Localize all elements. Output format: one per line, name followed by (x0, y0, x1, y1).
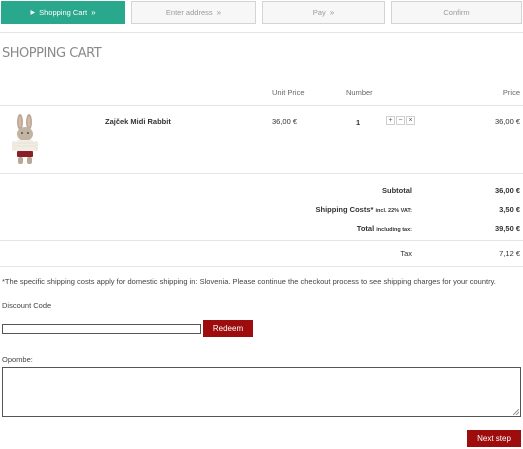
redeem-button[interactable]: Redeem (203, 320, 253, 337)
step-label: Shopping Cart (39, 8, 88, 17)
checkout-steps: ▶ Shopping Cart » Enter address » Pay » … (1, 1, 522, 24)
total-label-text: Total (356, 224, 375, 233)
quantity-value: 1 (356, 118, 361, 127)
divider (0, 266, 523, 267)
discount-code-input[interactable] (2, 324, 201, 334)
rabbit-toy-image[interactable] (8, 114, 42, 166)
total-label: Total including tax: (357, 224, 412, 233)
step-confirm[interactable]: Confirm (391, 1, 522, 24)
shipping-label-text: Shipping Costs* (315, 205, 374, 214)
discount-code-label: Discount Code (2, 301, 52, 310)
page-title: SHOPPING CART (2, 46, 102, 61)
step-label: Pay (312, 8, 326, 17)
tax-value: 7,12 € (499, 249, 520, 258)
shipping-vat-note: incl. 22% VAT: (375, 208, 412, 214)
subtotal-value: 36,00 € (494, 186, 520, 195)
step-separator: » (329, 8, 335, 17)
shipping-value: 3,50 € (499, 205, 520, 214)
divider (0, 240, 523, 241)
divider (0, 32, 523, 33)
close-icon[interactable]: × (406, 116, 415, 125)
step-separator: » (216, 8, 222, 17)
tax-label: Tax (400, 249, 412, 258)
header-price: Price (502, 88, 520, 97)
minus-icon[interactable]: − (396, 116, 405, 125)
shipping-label: Shipping Costs* incl. 22% VAT: (316, 205, 413, 214)
plus-icon[interactable]: + (386, 116, 395, 125)
play-icon: ▶ (30, 10, 36, 16)
step-shopping-cart[interactable]: ▶ Shopping Cart » (1, 1, 125, 24)
row-price-value: 36,00 € (494, 117, 520, 126)
step-enter-address[interactable]: Enter address » (131, 1, 256, 24)
notes-label: Opombe: (2, 355, 33, 364)
step-label: Enter address (165, 8, 213, 17)
quantity-controls: + − × (386, 116, 415, 125)
next-step-button[interactable]: Next step (467, 430, 521, 447)
resize-handle-icon[interactable] (513, 409, 519, 415)
total-tax-note: including tax: (376, 227, 412, 233)
step-separator: » (91, 8, 96, 17)
divider (0, 105, 523, 106)
unit-price-value: 36,00 € (272, 117, 298, 126)
step-label: Confirm (443, 8, 470, 17)
step-pay[interactable]: Pay » (262, 1, 385, 24)
divider (0, 173, 523, 174)
notes-textarea[interactable] (2, 367, 521, 417)
header-number: Number (346, 88, 373, 97)
product-name[interactable]: Zajček Midi Rabbit (105, 117, 171, 126)
shipping-notice: *The specific shipping costs apply for d… (2, 277, 496, 286)
total-value: 39,50 € (494, 224, 520, 233)
subtotal-label: Subtotal (382, 186, 412, 195)
header-unit-price: Unit Price (272, 88, 305, 97)
